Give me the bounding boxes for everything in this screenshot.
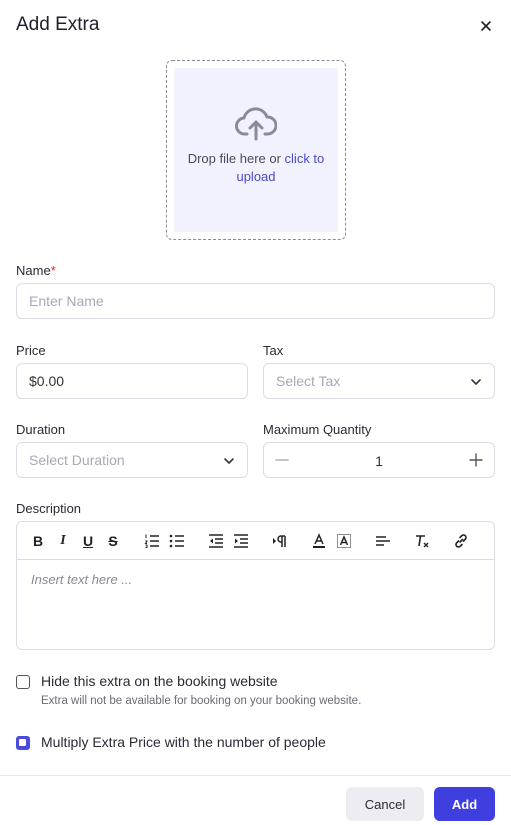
- tax-label: Tax: [263, 343, 284, 358]
- strikethrough-icon[interactable]: S: [104, 532, 122, 550]
- multiply-price-label[interactable]: Multiply Extra Price with the number of …: [41, 734, 326, 750]
- link-icon[interactable]: [452, 532, 470, 550]
- editor-toolbar: B I U S: [17, 522, 494, 560]
- text-color-icon[interactable]: [310, 532, 328, 550]
- chevron-down-icon: [471, 379, 481, 385]
- bullet-list-icon[interactable]: [168, 532, 186, 550]
- bold-icon[interactable]: B: [29, 532, 47, 550]
- hide-extra-description: Extra will not be available for booking …: [41, 695, 362, 707]
- text-direction-icon[interactable]: [271, 532, 289, 550]
- duration-label: Duration: [16, 422, 66, 437]
- cloud-upload-icon: [235, 107, 277, 141]
- duration-select[interactable]: Select Duration: [16, 442, 248, 478]
- file-dropzone[interactable]: Drop file here or click to upload: [166, 60, 346, 240]
- hide-extra-checkbox[interactable]: [16, 675, 30, 689]
- price-label: Price: [16, 343, 46, 358]
- hide-extra-label[interactable]: Hide this extra on the booking website: [41, 673, 278, 689]
- indent-icon[interactable]: [232, 532, 250, 550]
- plus-icon[interactable]: [468, 452, 484, 468]
- multiply-price-checkbox[interactable]: [16, 736, 30, 750]
- dropzone-text: Drop file here or: [187, 151, 285, 166]
- clear-format-icon[interactable]: [413, 532, 431, 550]
- description-label: Description: [16, 501, 82, 516]
- outdent-icon[interactable]: [207, 532, 225, 550]
- align-icon[interactable]: [374, 532, 392, 550]
- required-mark: *: [50, 263, 56, 278]
- description-editor: B I U S Insert text here ...: [16, 521, 495, 650]
- modal-title: Add Extra: [16, 14, 100, 35]
- footer-divider: [0, 775, 511, 776]
- underline-icon[interactable]: U: [79, 532, 97, 550]
- close-icon[interactable]: [476, 16, 496, 36]
- quantity-stepper: 1: [263, 442, 495, 478]
- ordered-list-icon[interactable]: [143, 532, 161, 550]
- background-color-icon[interactable]: [335, 532, 353, 550]
- max-quantity-label: Maximum Quantity: [263, 422, 372, 437]
- tax-select[interactable]: Select Tax: [263, 363, 495, 399]
- name-input[interactable]: Enter Name: [16, 283, 495, 319]
- italic-icon[interactable]: I: [54, 532, 72, 550]
- add-button[interactable]: Add: [434, 787, 495, 821]
- name-label: Name*: [16, 263, 56, 278]
- editor-placeholder[interactable]: Insert text here ...: [31, 572, 132, 587]
- quantity-value[interactable]: 1: [264, 453, 494, 469]
- chevron-down-icon: [224, 458, 234, 464]
- price-input[interactable]: $0.00: [16, 363, 248, 399]
- cancel-button[interactable]: Cancel: [346, 787, 424, 821]
